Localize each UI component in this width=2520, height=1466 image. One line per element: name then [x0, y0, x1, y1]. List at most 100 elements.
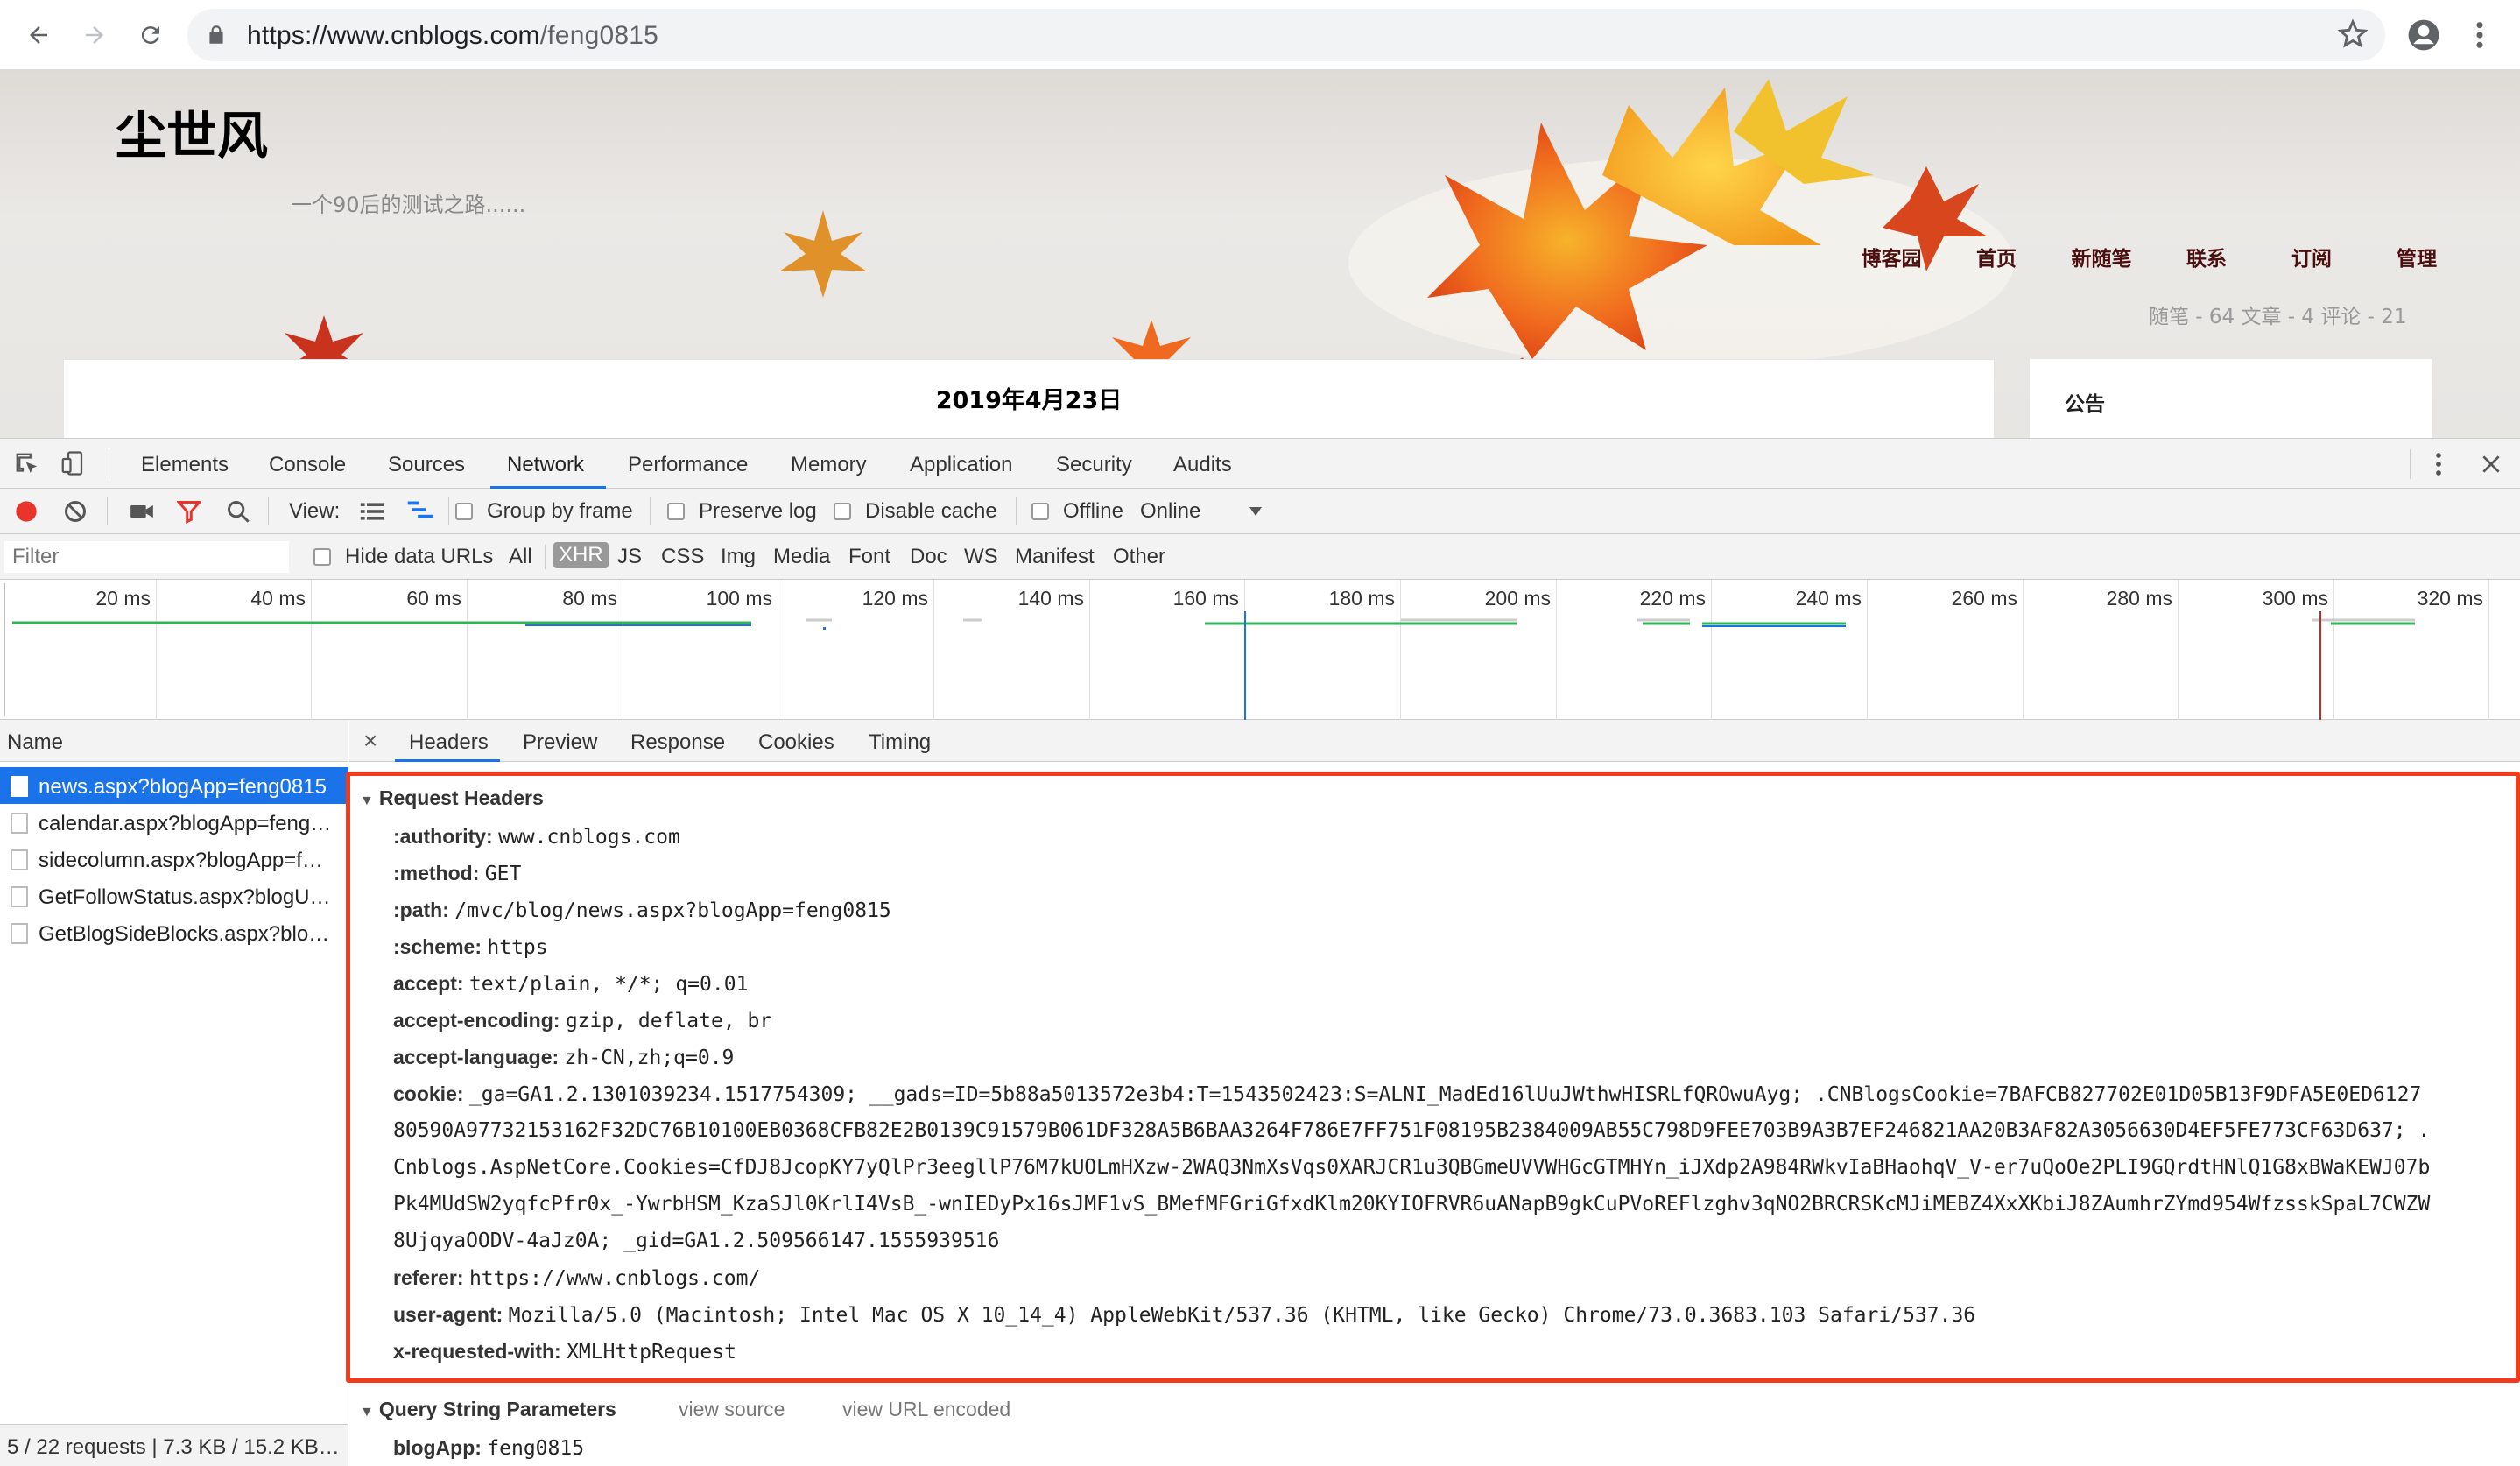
request-headers-section[interactable]: ▼ Request Headers	[360, 786, 544, 810]
view-label: View:	[289, 499, 341, 523]
name-column-header[interactable]: Name	[0, 720, 348, 762]
close-devtools-icon[interactable]	[2480, 453, 2502, 476]
tab-audits[interactable]: Audits	[1173, 453, 1232, 477]
reload-button[interactable]	[130, 14, 172, 56]
tab-cookies[interactable]: Cookies	[758, 730, 834, 755]
filter-type-other[interactable]: Other	[1113, 545, 1165, 569]
file-icon	[11, 886, 28, 907]
network-summary-bar: 5 / 22 requests | 7.3 KB / 15.2 KB…	[0, 1424, 348, 1466]
header-value: GET	[484, 863, 522, 885]
filter-type-doc[interactable]: Doc	[910, 545, 947, 569]
hide-data-urls-checkbox[interactable]	[313, 548, 331, 566]
maple-leaf-banner-image	[1348, 79, 2014, 403]
filter-type-img[interactable]: Img	[721, 545, 756, 569]
screenshot-camera-icon[interactable]	[128, 499, 156, 524]
tab-console[interactable]: Console	[269, 453, 346, 477]
large-rows-icon[interactable]	[359, 501, 385, 522]
request-row[interactable]: sidecolumn.aspx?blogApp=f…	[0, 841, 348, 877]
small-leaf-image	[779, 210, 867, 298]
request-row[interactable]: news.aspx?blogApp=feng0815	[0, 767, 348, 804]
tab-memory[interactable]: Memory	[791, 453, 867, 477]
request-name: sidecolumn.aspx?blogApp=f…	[39, 849, 323, 872]
close-detail-icon[interactable]: ×	[363, 727, 377, 755]
disable-cache-checkbox[interactable]	[834, 503, 851, 520]
request-row[interactable]: calendar.aspx?blogApp=feng…	[0, 804, 348, 841]
notice-panel: 公告	[2030, 359, 2432, 438]
devtools-panel: Elements Console Sources Network Perform…	[0, 438, 2520, 1466]
waterfall-overview-icon[interactable]	[406, 499, 436, 524]
expand-triangle-icon: ▼	[360, 1405, 374, 1420]
nav-subscribe-link[interactable]: 订阅	[2259, 242, 2364, 271]
tab-performance[interactable]: Performance	[628, 453, 748, 477]
record-icon[interactable]	[14, 499, 39, 524]
cookie-value-line: 80590A97732153162F32DC76B10100EB0368CFB8…	[393, 1119, 2431, 1142]
filter-input[interactable]	[4, 541, 289, 573]
request-row[interactable]: GetFollowStatus.aspx?blogU…	[0, 877, 348, 914]
blog-title[interactable]: 尘世风	[116, 95, 268, 168]
header-key: cookie:	[393, 1082, 464, 1105]
request-list: Name news.aspx?blogApp=feng0815 calendar…	[0, 720, 348, 1466]
request-name: GetFollowStatus.aspx?blogU…	[39, 885, 331, 909]
detail-tab-bar: × Headers Preview Response Cookies Timin…	[349, 720, 2520, 762]
header-row: :authority: www.cnblogs.com	[393, 825, 680, 849]
tab-sources[interactable]: Sources	[388, 453, 465, 477]
filter-type-media[interactable]: Media	[773, 545, 830, 569]
profile-button[interactable]	[2403, 14, 2445, 56]
preserve-log-checkbox[interactable]	[667, 503, 685, 520]
offline-label: Offline	[1063, 499, 1123, 523]
offline-checkbox[interactable]	[1031, 503, 1049, 520]
browser-menu-button[interactable]	[2459, 14, 2501, 56]
request-detail-pane: × Headers Preview Response Cookies Timin…	[346, 720, 2520, 1466]
tab-security[interactable]: Security	[1056, 453, 1132, 477]
request-summary: 5 / 22 requests | 7.3 KB / 15.2 KB…	[7, 1435, 340, 1459]
devtools-menu-icon[interactable]	[2434, 451, 2443, 477]
tab-application[interactable]: Application	[910, 453, 1012, 477]
lock-icon	[209, 25, 223, 44]
view-url-encoded-link[interactable]: view URL encoded	[842, 1398, 1010, 1421]
filter-icon[interactable]	[177, 499, 201, 524]
query-string-section[interactable]: ▼ Query String Parameters	[360, 1398, 616, 1421]
nav-home-link[interactable]: 首页	[1944, 242, 2049, 271]
timeline-bars	[4, 583, 2415, 720]
device-toolbar-icon[interactable]	[60, 449, 86, 477]
tab-headers[interactable]: Headers	[409, 730, 489, 755]
filter-type-all[interactable]: All	[509, 545, 532, 569]
clear-icon[interactable]	[63, 499, 88, 524]
nav-admin-link[interactable]: 管理	[2364, 242, 2469, 271]
nav-new-post-link[interactable]: 新随笔	[2049, 242, 2154, 271]
url-text: https://www.cnblogs.com/feng0815	[247, 21, 658, 51]
filter-type-xhr[interactable]: XHR	[553, 542, 609, 568]
request-row[interactable]: GetBlogSideBlocks.aspx?blo…	[0, 914, 348, 951]
filter-type-css[interactable]: CSS	[661, 545, 704, 569]
filter-type-js[interactable]: JS	[617, 545, 642, 569]
header-value: www.cnblogs.com	[498, 826, 680, 849]
nav-contact-link[interactable]: 联系	[2154, 242, 2259, 271]
tab-network[interactable]: Network	[507, 453, 584, 477]
preserve-log-label: Preserve log	[699, 499, 817, 523]
nav-cnblogs-link[interactable]: 博客园	[1839, 242, 1944, 271]
inspect-element-icon[interactable]	[14, 451, 40, 477]
throttling-select[interactable]: Online	[1140, 499, 1200, 524]
header-key: :authority:	[393, 825, 493, 848]
group-by-frame-checkbox[interactable]	[455, 503, 473, 520]
header-row: accept: text/plain, */*; q=0.01	[393, 972, 748, 996]
tab-response[interactable]: Response	[630, 730, 725, 755]
timeline-overview[interactable]: 20 ms 40 ms 60 ms 80 ms 100 ms 120 ms 140 ms 16…	[0, 580, 2520, 720]
disable-cache-label: Disable cache	[865, 499, 997, 523]
filter-type-manifest[interactable]: Manifest	[1015, 545, 1095, 569]
filter-type-font[interactable]: Font	[848, 545, 890, 569]
chevron-down-icon[interactable]	[1249, 506, 1263, 517]
header-value: /mvc/blog/news.aspx?blogApp=feng0815	[454, 899, 891, 922]
back-button[interactable]	[18, 14, 60, 56]
tab-preview[interactable]: Preview	[523, 730, 597, 755]
filter-type-ws[interactable]: WS	[964, 545, 998, 569]
view-source-link[interactable]: view source	[679, 1398, 785, 1421]
header-value: gzip, deflate, br	[565, 1010, 772, 1033]
search-icon[interactable]	[226, 499, 250, 524]
forward-button[interactable]	[74, 14, 116, 56]
tab-elements[interactable]: Elements	[141, 453, 229, 477]
more-vert-icon	[2476, 22, 2483, 48]
tab-timing[interactable]: Timing	[869, 730, 931, 755]
address-bar[interactable]: https://www.cnblogs.com/feng0815	[187, 9, 2385, 61]
bookmark-star-icon[interactable]	[2338, 19, 2368, 49]
